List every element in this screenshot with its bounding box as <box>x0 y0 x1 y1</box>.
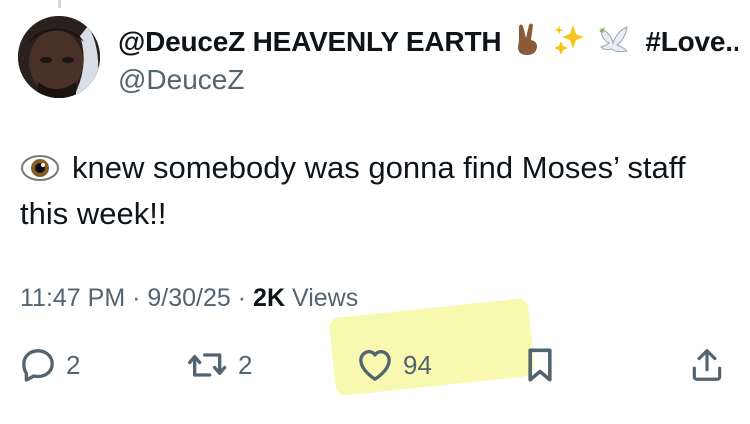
like-count: 94 <box>403 349 432 380</box>
views-count[interactable]: 2K <box>253 284 285 312</box>
retweet-button[interactable]: 2 <box>186 340 252 390</box>
share-button[interactable] <box>688 340 726 390</box>
tweet-body: knew somebody was gonna find Moses’ staf… <box>20 145 730 237</box>
display-name-row[interactable]: @DeuceZ HEAVENLY EARTH #Love... <box>118 22 738 62</box>
retweet-icon <box>188 353 227 377</box>
dove-icon <box>597 23 631 62</box>
victory-hand-icon <box>513 22 541 62</box>
tweet-text: knew somebody was gonna find Moses’ staf… <box>20 150 686 231</box>
views-label[interactable]: Views <box>292 284 358 312</box>
action-bar: 2 2 94 <box>0 340 750 390</box>
eye-icon <box>21 155 59 181</box>
meta-separator: · <box>237 284 247 312</box>
reply-count: 2 <box>66 349 81 380</box>
retweet-count: 2 <box>238 349 253 380</box>
reply-icon <box>22 349 54 382</box>
avatar-image <box>18 16 100 98</box>
display-name[interactable]: @DeuceZ HEAVENLY EARTH <box>118 26 502 58</box>
tweet-date[interactable]: 9/30/25 <box>147 284 230 312</box>
avatar[interactable] <box>18 16 100 98</box>
hashtag-text[interactable]: #Love... <box>645 26 738 58</box>
reply-button[interactable]: 2 <box>18 340 80 390</box>
user-handle[interactable]: @DeuceZ <box>118 64 738 96</box>
share-icon <box>692 349 722 381</box>
tweet-meta: 11:47 PM · 9/30/25 · 2K Views <box>20 284 358 313</box>
heart-icon <box>359 350 391 381</box>
tweet-time[interactable]: 11:47 PM <box>20 284 125 312</box>
tweet-header: @DeuceZ HEAVENLY EARTH #Love... @DeuceZ <box>118 22 738 96</box>
like-button[interactable]: 94 <box>355 340 432 390</box>
meta-separator: · <box>132 284 141 312</box>
bookmark-icon <box>528 348 552 382</box>
bookmark-button[interactable] <box>522 340 558 390</box>
thread-connector-line <box>58 0 61 8</box>
sparkles-icon <box>553 23 585 62</box>
